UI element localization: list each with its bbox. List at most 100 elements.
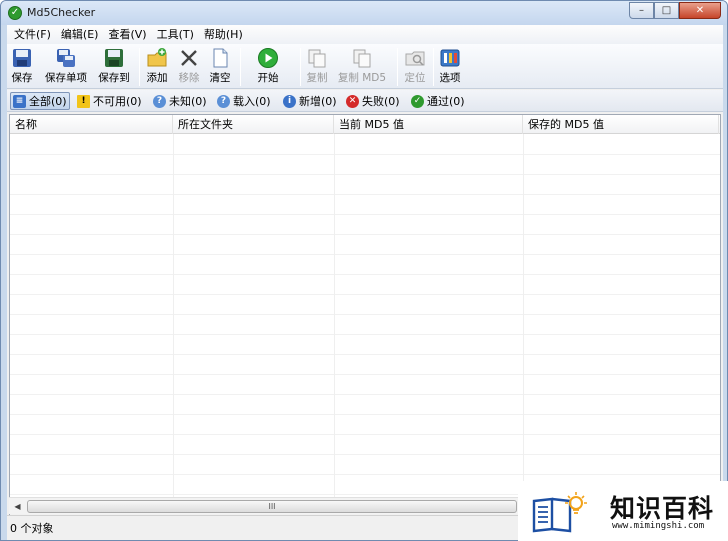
filter-unknown-label: 未知(0)	[169, 95, 207, 108]
grid-column-line	[523, 134, 524, 514]
grid-row-line	[10, 474, 720, 475]
grid-row-line	[10, 334, 720, 335]
grid-row-line	[10, 154, 720, 155]
grid-row-line	[10, 434, 720, 435]
grid-row-line	[10, 314, 720, 315]
grid-row-line	[10, 234, 720, 235]
column-name[interactable]: 名称	[10, 115, 173, 134]
title-bar[interactable]: ✓ Md5Checker – □ ✕	[1, 1, 727, 25]
filter-failed[interactable]: ✕ 失败(0)	[346, 92, 400, 110]
filter-passed[interactable]: ✓ 通过(0)	[411, 92, 465, 110]
grid-row-line	[10, 454, 720, 455]
grid-row-line	[10, 354, 720, 355]
column-folder[interactable]: 所在文件夹	[173, 115, 334, 134]
grid-row-line	[10, 174, 720, 175]
filter-unavailable[interactable]: ! 不可用(0)	[77, 92, 142, 110]
toolbar-separator	[139, 48, 140, 86]
window-controls: – □ ✕	[629, 2, 721, 19]
menu-tools[interactable]: 工具(T)	[152, 25, 199, 44]
loaded-icon: ?	[217, 94, 230, 108]
horizontal-scrollbar[interactable]: ◀ III	[9, 497, 519, 514]
copy-md5-icon	[353, 49, 371, 68]
maximize-button[interactable]: □	[654, 2, 679, 19]
options-toolbox-icon	[440, 49, 460, 67]
copy-md5-button[interactable]: 复制 MD5	[337, 47, 387, 87]
menu-help[interactable]: 帮助(H)	[199, 25, 248, 44]
locate-folder-icon	[405, 51, 425, 66]
client-area: 文件(F) 编辑(E) 查看(V) 工具(T) 帮助(H) 保存 保存单项 保存…	[7, 25, 723, 540]
remove-x-icon	[181, 50, 197, 66]
filter-new-label: 新增(0)	[299, 95, 337, 108]
list-icon: ≡	[13, 94, 26, 108]
watermark: 知识百科 www.mimingshi.com	[518, 481, 728, 541]
scroll-thumb[interactable]: III	[27, 500, 517, 513]
save-label: 保存	[11, 72, 33, 84]
remove-label: 移除	[178, 72, 200, 84]
filter-unavailable-label: 不可用(0)	[93, 95, 142, 108]
toolbar-separator	[300, 48, 301, 86]
save-single-label: 保存单项	[45, 72, 87, 84]
clear-button[interactable]: 清空	[207, 47, 233, 87]
clear-label: 清空	[209, 72, 231, 84]
menu-view[interactable]: 查看(V)	[103, 25, 151, 44]
locate-button[interactable]: 定位	[402, 47, 428, 87]
filter-unknown[interactable]: ? 未知(0)	[153, 92, 207, 110]
watermark-url: www.mimingshi.com	[612, 521, 705, 531]
grid-row-line	[10, 274, 720, 275]
remove-button[interactable]: 移除	[177, 47, 201, 87]
filter-new[interactable]: i 新增(0)	[283, 92, 337, 110]
menu-edit[interactable]: 编辑(E)	[56, 25, 104, 44]
options-label: 选项	[439, 72, 461, 84]
copy-label: 复制	[306, 72, 328, 84]
copy-button[interactable]: 复制	[305, 47, 329, 87]
grid-row-line	[10, 374, 720, 375]
column-current-md5[interactable]: 当前 MD5 值	[334, 115, 523, 134]
add-label: 添加	[146, 72, 168, 84]
start-button[interactable]: 开始	[255, 47, 281, 87]
grid-row-line	[10, 214, 720, 215]
list-header: 名称 所在文件夹 当前 MD5 值 保存的 MD5 值	[10, 115, 720, 134]
status-text: 0 个对象	[10, 522, 54, 535]
filter-bar: ≡ 全部(0) ! 不可用(0) ? 未知(0) ? 载入(0) i 新增(0)…	[7, 90, 723, 112]
grid-column-line	[334, 134, 335, 514]
close-button[interactable]: ✕	[679, 2, 721, 19]
scroll-left-arrow-icon[interactable]: ◀	[9, 498, 26, 515]
info-icon: i	[283, 94, 296, 108]
toolbar-separator	[397, 48, 398, 86]
filter-passed-label: 通过(0)	[427, 95, 465, 108]
save-single-button[interactable]: 保存单项	[41, 47, 91, 87]
grid-row-line	[10, 254, 720, 255]
warning-icon: !	[77, 94, 90, 108]
toolbar: 保存 保存单项 保存到 添加 移除 清空 开始 复制 复制 MD5 定位 选项	[7, 44, 723, 89]
save-to-label: 保存到	[98, 72, 130, 84]
grid-row-line	[10, 394, 720, 395]
add-folder-icon	[147, 48, 167, 67]
filter-failed-label: 失败(0)	[362, 95, 400, 108]
column-saved-md5[interactable]: 保存的 MD5 值	[523, 115, 719, 134]
grid-column-line	[173, 134, 174, 514]
filter-all-label: 全部(0)	[29, 95, 67, 108]
save-to-button[interactable]: 保存到	[96, 47, 132, 87]
floppy-disk-icon	[13, 49, 31, 67]
window-title: Md5Checker	[27, 6, 96, 19]
floppy-disk-single-icon	[57, 49, 75, 67]
filter-loaded[interactable]: ? 载入(0)	[217, 92, 271, 110]
grid-row-line	[10, 414, 720, 415]
unknown-icon: ?	[153, 94, 166, 108]
minimize-button[interactable]: –	[629, 2, 654, 19]
add-button[interactable]: 添加	[144, 47, 170, 87]
toolbar-separator	[433, 48, 434, 86]
toolbar-separator	[240, 48, 241, 86]
menu-file[interactable]: 文件(F)	[9, 25, 56, 44]
file-list[interactable]: 名称 所在文件夹 当前 MD5 值 保存的 MD5 值	[9, 114, 721, 516]
options-button[interactable]: 选项	[437, 47, 463, 87]
filter-all[interactable]: ≡ 全部(0)	[10, 92, 70, 110]
check-icon: ✓	[411, 94, 424, 108]
error-icon: ✕	[346, 94, 359, 108]
menu-bar: 文件(F) 编辑(E) 查看(V) 工具(T) 帮助(H)	[7, 25, 723, 44]
blank-page-icon	[213, 48, 228, 68]
watermark-title: 知识百科	[610, 494, 715, 523]
book-bulb-logo-icon	[532, 492, 587, 533]
save-button[interactable]: 保存	[9, 47, 35, 87]
app-window: ✓ Md5Checker – □ ✕ 文件(F) 编辑(E) 查看(V) 工具(…	[0, 0, 728, 541]
